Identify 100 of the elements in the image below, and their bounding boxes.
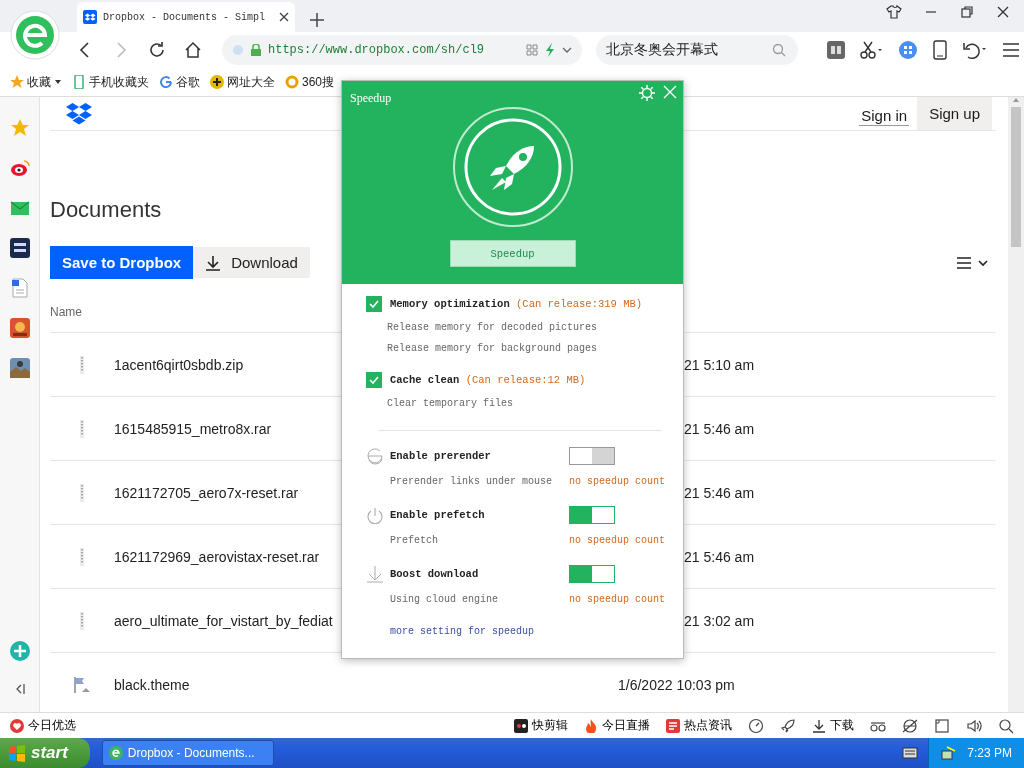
flame-icon: [584, 718, 598, 733]
file-name[interactable]: 1615485915_metro8x.rar: [114, 420, 272, 437]
tablet-icon[interactable]: [932, 40, 948, 60]
bookmark-item[interactable]: 谷歌: [159, 73, 200, 91]
refresh-icon[interactable]: [147, 40, 167, 60]
undo-icon[interactable]: [962, 40, 988, 60]
option-description: Clear temporary files: [387, 398, 515, 409]
rocket-icon[interactable]: [780, 717, 796, 734]
dropbox-icon: [83, 10, 97, 24]
ring-icon: [285, 75, 299, 89]
close-icon[interactable]: [279, 12, 289, 22]
speedup-count: no speedup count: [569, 594, 665, 605]
shield-icon: [232, 44, 244, 56]
download-button[interactable]: Download: [193, 247, 310, 278]
checkmark-icon: [369, 376, 379, 384]
search-field[interactable]: 北京冬奥会开幕式: [596, 35, 798, 65]
download-icon: [366, 565, 384, 583]
panel-title: Speedup: [350, 91, 392, 106]
file-name[interactable]: 1621172705_aero7x-reset.rar: [114, 484, 299, 501]
news-icon: [666, 718, 680, 733]
download-icon: [205, 254, 222, 271]
option-label: Enable prefetch: [390, 509, 486, 521]
apps-icon[interactable]: [898, 40, 918, 60]
option-description: Release memory for background pages: [387, 343, 599, 354]
keyboard-icon[interactable]: [902, 747, 919, 759]
option-label: Memory optimization (Can release:319 MB): [390, 298, 643, 310]
option-description: Prefetch: [390, 535, 439, 546]
app-tile-icon[interactable]: [9, 238, 30, 258]
file-name[interactable]: aero_ultimate_for_vistart_by_fediat: [114, 612, 333, 629]
modified-date: 21 5:10 am: [683, 356, 756, 373]
file-name[interactable]: 1acent6qirt0sbdb.zip: [114, 356, 244, 373]
home-icon[interactable]: [183, 40, 203, 60]
windows-flag-icon: [8, 744, 26, 762]
clip-icon: [514, 718, 528, 733]
document-icon[interactable]: [9, 278, 30, 298]
file-name[interactable]: 1621172969_aerovistax-reset.rar: [114, 548, 320, 565]
checkbox[interactable]: [366, 296, 382, 312]
status-item[interactable]: 今日直播: [584, 717, 650, 734]
status-item[interactable]: 快剪辑: [514, 717, 568, 734]
page-title: Documents: [50, 197, 163, 223]
shirt-icon[interactable]: [886, 5, 902, 19]
bookmark-item[interactable]: 360搜: [285, 73, 335, 91]
status-item[interactable]: 热点资讯: [666, 717, 732, 734]
clock-time: 7:23 PM: [967, 746, 1012, 760]
option-label: Cache clean (Can release:12 MB): [390, 374, 586, 386]
list-view-icon[interactable]: [956, 255, 972, 270]
close-icon[interactable]: [996, 5, 1010, 19]
modified-date: 21 5:46 am: [683, 420, 756, 437]
chevron-down-icon[interactable]: [978, 258, 988, 267]
checkbox[interactable]: [366, 372, 382, 388]
download-icon: [812, 718, 826, 733]
window-icon[interactable]: [934, 717, 950, 734]
modified-date: 21 5:46 am: [683, 484, 756, 501]
plus-circle-icon[interactable]: [8, 640, 31, 662]
network-icon[interactable]: [941, 746, 958, 760]
new-tab-icon[interactable]: [309, 12, 325, 28]
eye-logo-icon[interactable]: [9, 158, 30, 178]
speed-dial-icon[interactable]: [748, 717, 764, 734]
plus-icon: [210, 75, 224, 89]
toggle-switch[interactable]: [569, 447, 615, 465]
speedup-button[interactable]: Speedup: [449, 240, 576, 267]
reader-icon[interactable]: [826, 40, 846, 60]
file-name[interactable]: black.theme: [114, 676, 190, 693]
speaker-icon[interactable]: [966, 717, 982, 734]
menu-icon[interactable]: [1002, 42, 1020, 58]
bookmark-item[interactable]: 手机收藏夹: [72, 73, 149, 91]
sign-up-button[interactable]: Sign up: [917, 97, 992, 130]
bookmark-item[interactable]: 网址大全: [210, 73, 275, 91]
phone-icon: [72, 75, 86, 89]
search-icon[interactable]: [998, 717, 1014, 734]
status-item[interactable]: 下载: [812, 717, 854, 734]
game-tile-icon[interactable]: [9, 358, 30, 378]
toggle-switch[interactable]: [569, 565, 615, 583]
scrollbar-thumb[interactable]: [1011, 107, 1021, 247]
restore-icon[interactable]: [960, 5, 974, 19]
save-button[interactable]: Save to Dropbox: [50, 246, 194, 279]
option-description: Prerender links under mouse: [390, 476, 554, 487]
toggle-switch[interactable]: [569, 506, 615, 524]
google-g-icon: [159, 75, 173, 89]
scrollbar[interactable]: [1008, 97, 1024, 712]
star-icon[interactable]: [9, 118, 30, 138]
settings-icon[interactable]: [639, 85, 655, 101]
star-icon: [10, 75, 24, 89]
browser-tab[interactable]: Dropbox - Documents - Simpl: [77, 2, 295, 32]
browser-e-icon: [108, 746, 123, 760]
settings-link[interactable]: more setting for speedup: [390, 626, 665, 637]
status-item[interactable]: 今日优选: [10, 717, 76, 734]
browser-e-icon: [366, 447, 384, 465]
power-icon: [366, 506, 384, 524]
taskbar-window-button[interactable]: Dropbox - Documents...: [101, 740, 274, 766]
modified-date: 1/6/2022 10:03 pm: [618, 676, 736, 693]
browser-e-icon[interactable]: [902, 717, 918, 734]
scissors-icon[interactable]: [860, 41, 884, 59]
game-tile-icon[interactable]: [9, 318, 30, 338]
sign-in-link[interactable]: Sign in: [859, 101, 910, 126]
option-label: Enable prerender: [390, 450, 492, 462]
speedup-count: no speedup count: [569, 476, 665, 487]
theme-file-icon[interactable]: [73, 675, 91, 694]
dropbox-logo-icon[interactable]: [66, 102, 92, 125]
bookmark-item[interactable]: 收藏: [10, 73, 62, 91]
